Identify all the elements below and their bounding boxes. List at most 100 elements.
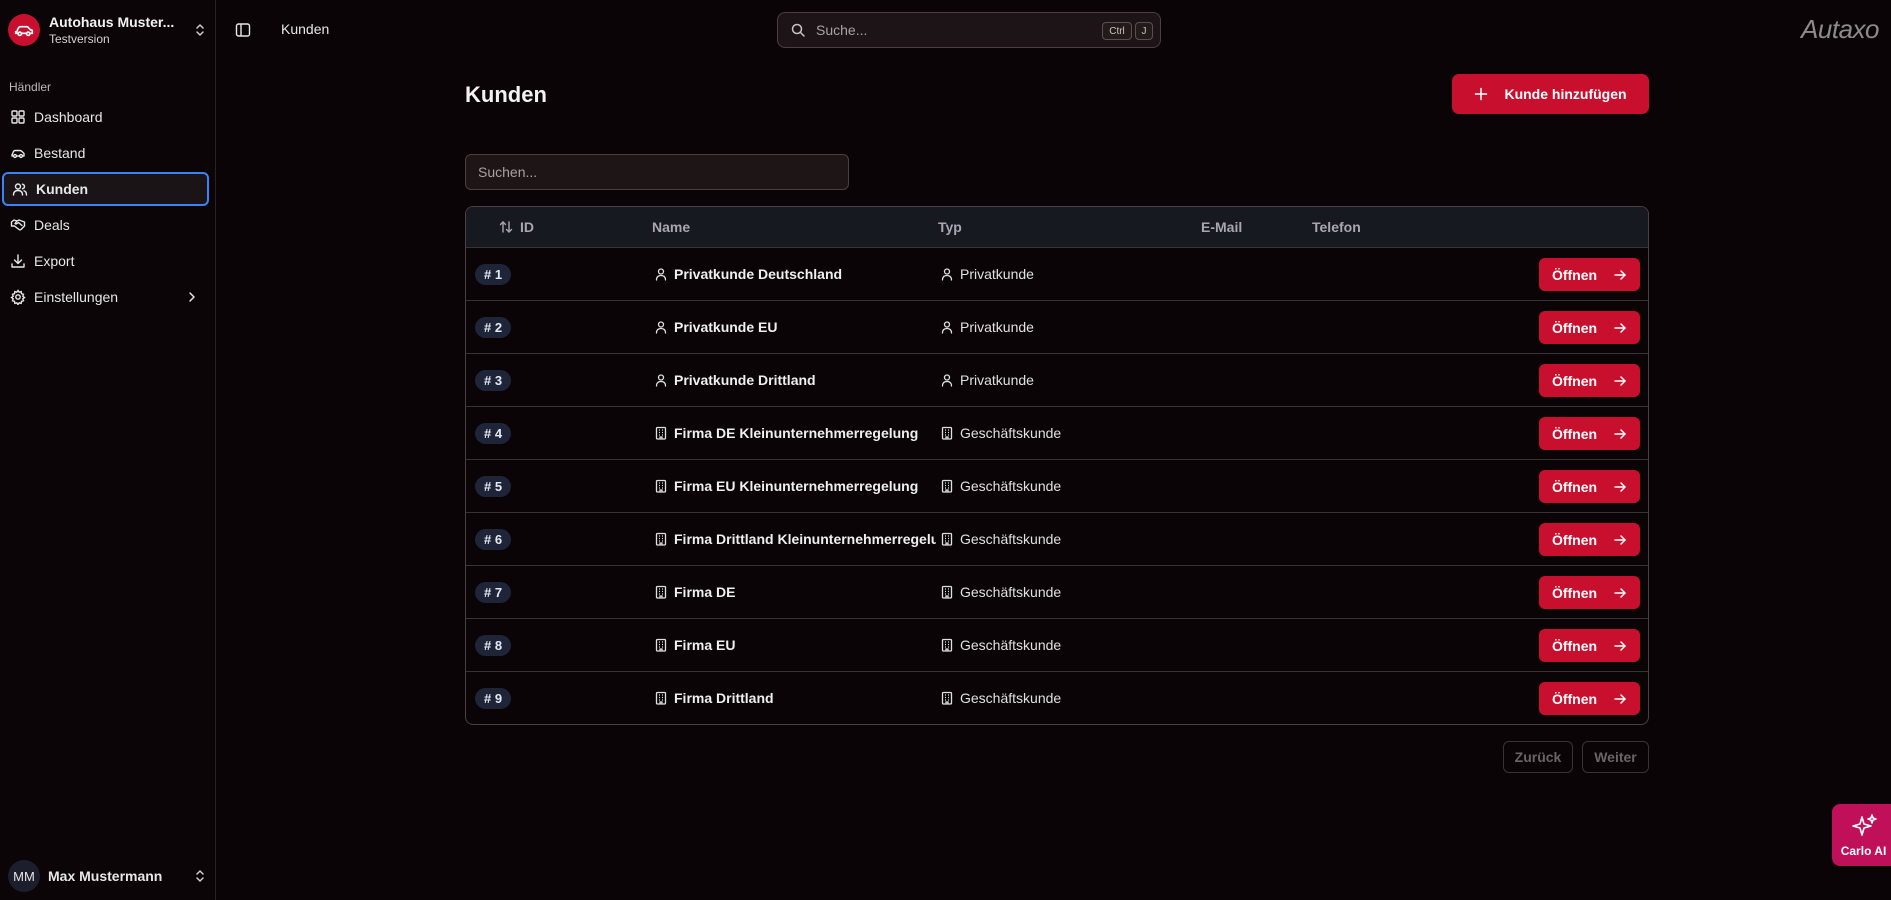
sparkles-icon bbox=[1851, 814, 1877, 836]
open-customer-button[interactable]: Öffnen bbox=[1539, 417, 1640, 450]
arrow-right-icon bbox=[1614, 481, 1626, 492]
sidebar-item-bestand[interactable]: Bestand bbox=[2, 136, 209, 170]
table-row: # 2 Privatkunde EU Privatkunde Öffnen bbox=[466, 301, 1648, 354]
id-badge: # 3 bbox=[475, 370, 512, 391]
customer-name-cell: Firma EU bbox=[654, 637, 936, 653]
customer-type: Privatkunde bbox=[960, 372, 1034, 388]
person-icon bbox=[655, 321, 667, 334]
customer-type-cell: Geschäftskunde bbox=[940, 637, 1061, 653]
customer-type: Privatkunde bbox=[960, 319, 1034, 335]
open-customer-button[interactable]: Öffnen bbox=[1539, 364, 1640, 397]
column-header-email: E-Mail bbox=[1201, 219, 1243, 235]
open-customer-button[interactable]: Öffnen bbox=[1539, 629, 1640, 662]
chevrons-up-down-icon bbox=[196, 870, 204, 882]
add-customer-button[interactable]: Kunde hinzufügen bbox=[1452, 74, 1649, 114]
chevrons-up-down-icon bbox=[196, 24, 204, 36]
customer-type-cell: Privatkunde bbox=[940, 372, 1034, 388]
open-label: Öffnen bbox=[1551, 531, 1598, 548]
arrow-right-icon bbox=[1614, 322, 1626, 333]
global-search-input[interactable] bbox=[816, 22, 1086, 38]
building-icon bbox=[941, 585, 953, 599]
sidebar-item-label: Einstellungen bbox=[34, 289, 119, 305]
open-customer-button[interactable]: Öffnen bbox=[1539, 311, 1640, 344]
sort-icon bbox=[499, 221, 513, 233]
sidebar-item-deals[interactable]: Deals bbox=[2, 208, 209, 242]
car-logo-icon bbox=[8, 14, 40, 46]
table-row: # 7 Firma DE Geschäftskunde Öffnen bbox=[466, 566, 1648, 619]
customer-type-cell: Privatkunde bbox=[940, 319, 1034, 335]
building-icon bbox=[941, 426, 953, 440]
arrow-right-icon bbox=[1614, 693, 1626, 704]
open-customer-button[interactable]: Öffnen bbox=[1539, 470, 1640, 503]
customer-name: Privatkunde Drittland bbox=[674, 372, 816, 388]
id-badge: # 5 bbox=[475, 476, 512, 497]
sidebar-item-label: Export bbox=[34, 253, 75, 269]
customer-name: Firma Drittland bbox=[674, 690, 774, 706]
building-icon bbox=[941, 638, 953, 652]
table-row: # 6 Firma Drittland Kleinunternehmerregel… bbox=[466, 513, 1648, 566]
handshake-icon bbox=[10, 219, 26, 231]
breadcrumb[interactable]: Kunden bbox=[281, 21, 329, 37]
id-badge: # 6 bbox=[475, 529, 512, 550]
sidebar-item-export[interactable]: Export bbox=[2, 244, 209, 278]
building-icon bbox=[655, 585, 667, 599]
building-icon bbox=[941, 691, 953, 705]
customer-type: Geschäftskunde bbox=[960, 531, 1062, 547]
customer-type: Geschäftskunde bbox=[960, 478, 1062, 494]
id-badge: # 1 bbox=[475, 264, 512, 285]
building-icon bbox=[941, 532, 953, 546]
sidebar-item-label: Dashboard bbox=[34, 109, 103, 125]
arrow-right-icon bbox=[1614, 640, 1626, 651]
person-icon bbox=[655, 268, 667, 281]
column-header-id[interactable]: ID bbox=[498, 219, 534, 235]
open-customer-button[interactable]: Öffnen bbox=[1539, 682, 1640, 715]
table-row: # 5 Firma EU Kleinunternehmerregelung Gesc… bbox=[466, 460, 1648, 513]
building-icon bbox=[941, 479, 953, 493]
pagination-next-button[interactable]: Weiter bbox=[1582, 741, 1649, 773]
customer-type-cell: Geschäftskunde bbox=[940, 478, 1061, 494]
pagination-back-button[interactable]: Zurück bbox=[1503, 741, 1573, 773]
open-customer-button[interactable]: Öffnen bbox=[1539, 576, 1640, 609]
id-badge: # 7 bbox=[475, 582, 512, 603]
column-header-telefon: Telefon bbox=[1312, 219, 1361, 235]
sidebar-toggle-icon[interactable] bbox=[235, 22, 251, 38]
sidebar-item-label: Bestand bbox=[34, 145, 86, 161]
id-badge: # 8 bbox=[475, 635, 512, 656]
customer-name: Firma DE Kleinunternehmerregelung bbox=[674, 425, 919, 441]
org-switcher[interactable]: Autohaus Muster... Testversion bbox=[8, 11, 208, 49]
table-row: # 9 Firma Drittland Geschäftskunde Öffnen bbox=[466, 672, 1648, 724]
arrow-right-icon bbox=[1614, 375, 1626, 386]
customer-table: ID Name Typ E-Mail Telefon # 1 Privatkund… bbox=[465, 206, 1649, 725]
customer-name-cell: Firma Drittland bbox=[654, 690, 936, 706]
building-icon bbox=[655, 638, 667, 652]
customer-search-input[interactable] bbox=[465, 154, 849, 190]
customer-name-cell: Privatkunde Drittland bbox=[654, 372, 936, 388]
sidebar-item-kunden[interactable]: Kunden bbox=[2, 172, 209, 206]
open-customer-button[interactable]: Öffnen bbox=[1539, 258, 1640, 291]
arrow-right-icon bbox=[1614, 534, 1626, 545]
sidebar: Autohaus Muster... Testversion Händler D… bbox=[0, 0, 216, 900]
column-header-typ: Typ bbox=[938, 219, 962, 235]
person-icon bbox=[941, 374, 953, 387]
global-search[interactable]: Ctrl J bbox=[777, 12, 1161, 48]
download-icon bbox=[11, 254, 25, 268]
customer-type: Geschäftskunde bbox=[960, 637, 1062, 653]
customer-name-cell: Firma EU Kleinunternehmerregelung bbox=[654, 478, 936, 494]
sidebar-item-dashboard[interactable]: Dashboard bbox=[2, 100, 209, 134]
settings-icon bbox=[10, 289, 26, 305]
table-row: # 3 Privatkunde Drittland Privatkunde Öffne… bbox=[466, 354, 1648, 407]
open-customer-button[interactable]: Öffnen bbox=[1539, 523, 1640, 556]
customer-type-cell: Geschäftskunde bbox=[940, 690, 1061, 706]
open-label: Öffnen bbox=[1551, 425, 1598, 442]
person-icon bbox=[941, 268, 953, 281]
chevron-right-icon bbox=[189, 292, 195, 302]
open-label: Öffnen bbox=[1551, 584, 1598, 601]
sidebar-item-einstellungen[interactable]: Einstellungen bbox=[2, 280, 209, 314]
customer-name-cell: Firma DE Kleinunternehmerregelung bbox=[654, 425, 936, 441]
carlo-ai-button[interactable]: Carlo AI bbox=[1832, 804, 1891, 866]
table-header: ID Name Typ E-Mail Telefon bbox=[466, 207, 1648, 248]
user-menu[interactable]: MM Max Mustermann bbox=[8, 860, 208, 892]
arrow-right-icon bbox=[1614, 428, 1626, 439]
id-badge: # 2 bbox=[475, 317, 512, 338]
customer-name-cell: Firma DE bbox=[654, 584, 936, 600]
